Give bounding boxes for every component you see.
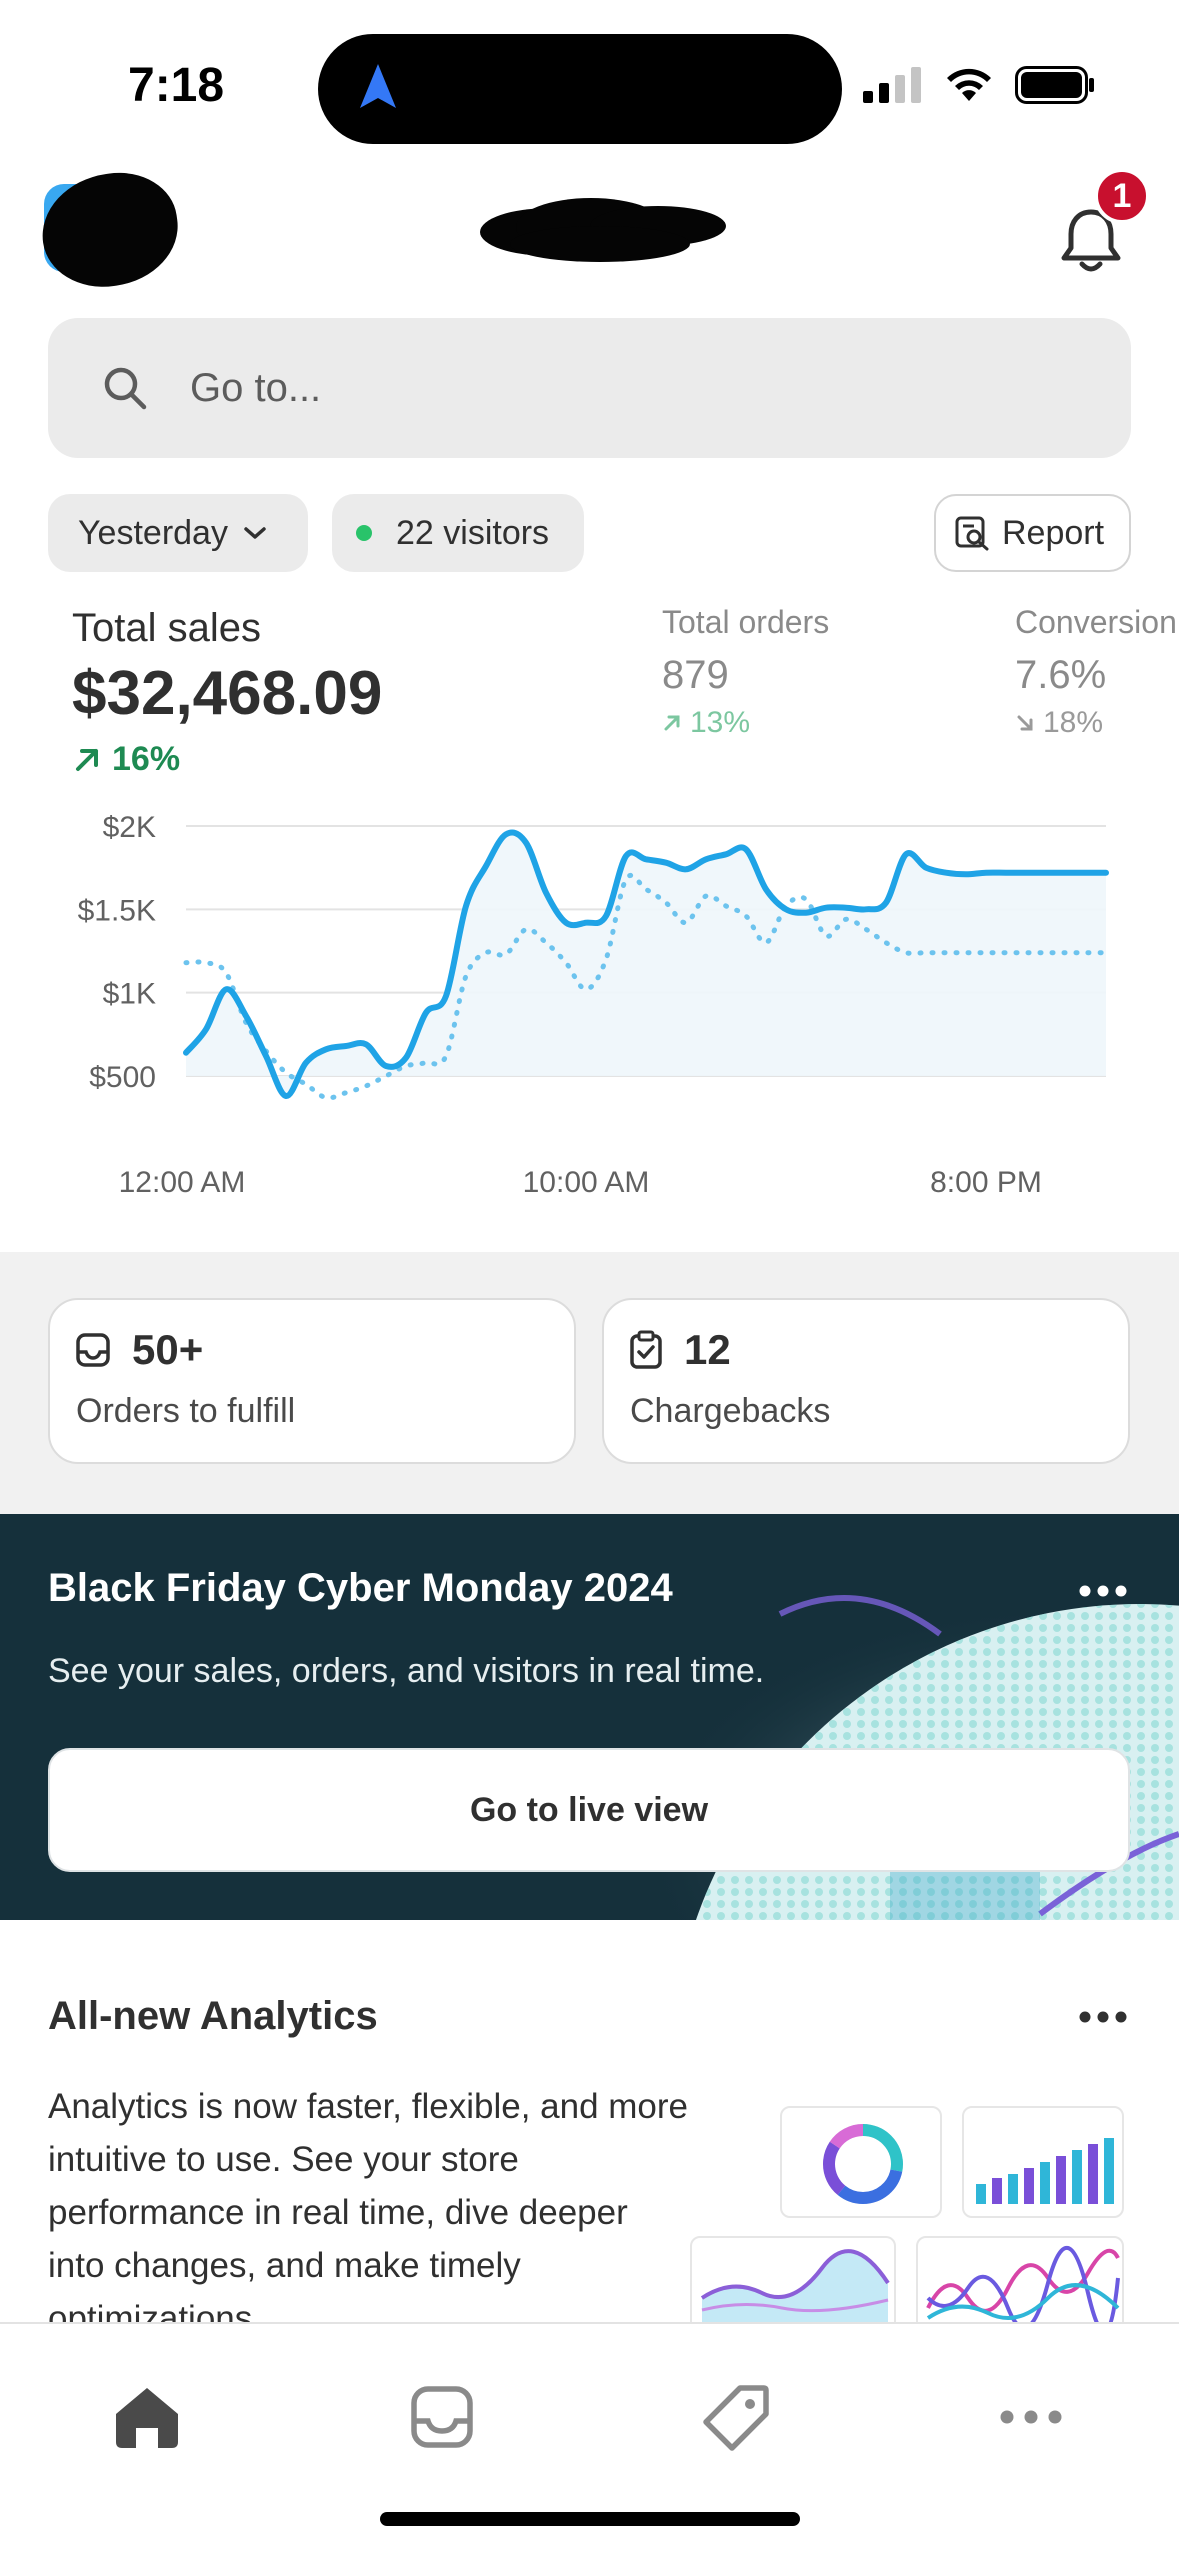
donut-chart-thumbnail bbox=[780, 2106, 942, 2218]
inbox-icon bbox=[76, 1333, 110, 1367]
thumbnail-bar bbox=[1072, 2150, 1082, 2204]
wifi-icon bbox=[947, 68, 991, 101]
more-options-icon[interactable] bbox=[1078, 2010, 1128, 2024]
analytics-title: All-new Analytics bbox=[48, 1994, 378, 2038]
battery-icon bbox=[1015, 66, 1094, 104]
location-arrow-icon bbox=[360, 64, 396, 108]
thumbnail-bar bbox=[992, 2178, 1002, 2204]
search-placeholder: Go to... bbox=[190, 365, 322, 410]
y-tick-label: $1K bbox=[103, 978, 156, 1011]
more-options-icon[interactable] bbox=[1078, 1584, 1128, 1598]
thumbnail-bar bbox=[1104, 2138, 1114, 2204]
y-tick-label: $500 bbox=[89, 1061, 156, 1094]
thumbnail-bar bbox=[1024, 2168, 1034, 2204]
report-icon bbox=[955, 516, 989, 551]
chevron-down-icon bbox=[244, 527, 266, 539]
store-name-redacted[interactable] bbox=[480, 196, 730, 266]
thumbnail-bar bbox=[1056, 2156, 1066, 2204]
analytics-description: Analytics is now faster, flexible, and m… bbox=[48, 2087, 689, 2322]
conversion-change-value: 18% bbox=[1043, 706, 1104, 739]
status-icons bbox=[863, 66, 1095, 104]
total-orders-value: 879 bbox=[662, 653, 729, 697]
conversion-metric[interactable]: Conversion 7.6% 18% bbox=[1015, 604, 1177, 740]
total-orders-metric[interactable]: Total orders 879 13% bbox=[662, 604, 829, 740]
total-orders-change-value: 13% bbox=[690, 706, 751, 739]
live-visitors-chip[interactable]: 22 visitors bbox=[332, 494, 584, 572]
bfcm-title: Black Friday Cyber Monday 2024 bbox=[48, 1566, 673, 1610]
orders-to-fulfill-value: 50+ bbox=[132, 1326, 204, 1373]
clipboard-check-icon bbox=[630, 1330, 662, 1369]
x-tick-label: 8:00 PM bbox=[930, 1166, 1042, 1199]
chargebacks-value: 12 bbox=[684, 1326, 731, 1373]
total-sales-change-value: 16% bbox=[112, 740, 181, 778]
analytics-card: All-new Analytics Analytics is now faste… bbox=[0, 1942, 1179, 2322]
thumbnail-bar bbox=[976, 2184, 986, 2204]
conversion-label: Conversion bbox=[1015, 604, 1177, 640]
cellular-signal-icon bbox=[863, 67, 921, 103]
arrow-up-right-icon bbox=[76, 748, 98, 771]
area-chart-thumbnail bbox=[690, 2236, 896, 2322]
bar-chart-thumbnail bbox=[962, 2106, 1124, 2218]
tab-more[interactable] bbox=[986, 2372, 1076, 2462]
thumbnail-bar bbox=[1088, 2144, 1098, 2204]
y-tick-label: $1.5K bbox=[78, 894, 156, 927]
orders-to-fulfill-card[interactable]: 50+ Orders to fulfill bbox=[48, 1298, 576, 1464]
total-orders-label: Total orders bbox=[662, 604, 830, 640]
visitors-label: 22 visitors bbox=[396, 513, 550, 552]
sales-line-chart[interactable]: $2K $1.5K $1K $500 12:00 AM 10:00 AM 8:00 PM bbox=[0, 790, 1179, 1220]
tab-home[interactable] bbox=[102, 2372, 192, 2462]
conversion-value: 7.6% bbox=[1015, 653, 1107, 697]
arrow-down-right-icon bbox=[1017, 715, 1033, 731]
date-range-picker[interactable]: Yesterday bbox=[48, 494, 308, 572]
bfcm-subtitle: See your sales, orders, and visitors in … bbox=[48, 1652, 765, 1690]
store-avatar[interactable] bbox=[34, 165, 186, 295]
thumbnail-bar bbox=[1040, 2162, 1050, 2204]
go-to-live-view-button[interactable]: Go to live view bbox=[48, 1748, 1130, 1872]
multi-line-chart-thumbnail bbox=[916, 2236, 1124, 2322]
chargebacks-label: Chargebacks bbox=[630, 1392, 831, 1430]
y-tick-label: $2K bbox=[103, 811, 156, 844]
search-bar[interactable]: Go to... bbox=[48, 318, 1131, 458]
x-tick-label: 12:00 AM bbox=[119, 1166, 246, 1199]
search-icon bbox=[104, 367, 147, 410]
chargebacks-card[interactable]: 12 Chargebacks bbox=[602, 1298, 1130, 1464]
dynamic-island bbox=[318, 34, 842, 144]
bfcm-banner: Black Friday Cyber Monday 2024 See your … bbox=[0, 1514, 1179, 1920]
status-time: 7:18 bbox=[128, 59, 225, 112]
conversion-change: 18% bbox=[1015, 706, 1177, 740]
total-sales-label: Total sales bbox=[72, 606, 261, 650]
tab-orders[interactable] bbox=[397, 2372, 487, 2462]
total-sales-value: $32,468.09 bbox=[72, 659, 383, 728]
x-tick-label: 10:00 AM bbox=[523, 1166, 650, 1199]
home-indicator bbox=[380, 2512, 800, 2526]
total-sales-change: 16% bbox=[72, 740, 180, 779]
home-icon bbox=[116, 2388, 178, 2448]
status-bar: 7:18 bbox=[0, 0, 1179, 160]
orders-to-fulfill-label: Orders to fulfill bbox=[76, 1392, 296, 1430]
tab-products[interactable] bbox=[692, 2372, 782, 2462]
notification-badge: 1 bbox=[1094, 168, 1150, 224]
report-button[interactable]: Report bbox=[934, 494, 1131, 572]
live-indicator-dot bbox=[356, 525, 372, 541]
arrow-up-right-icon bbox=[664, 715, 680, 731]
date-range-label: Yesterday bbox=[78, 513, 228, 552]
more-icon bbox=[1000, 2410, 1062, 2424]
inbox-icon bbox=[411, 2386, 473, 2448]
report-label: Report bbox=[1002, 513, 1105, 552]
app-header bbox=[0, 160, 1179, 310]
tag-icon bbox=[703, 2385, 769, 2451]
thumbnail-bar bbox=[1008, 2174, 1018, 2204]
total-orders-change: 13% bbox=[662, 706, 829, 740]
